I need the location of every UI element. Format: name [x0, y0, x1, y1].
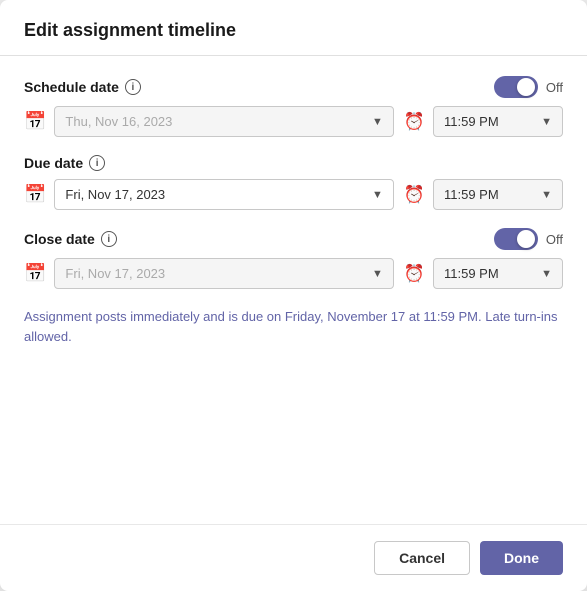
close-date-toggle-container: Off: [494, 228, 563, 250]
schedule-time-select[interactable]: 11:59 PM ▼: [433, 106, 563, 137]
close-date-calendar-icon: 📅: [24, 263, 46, 284]
schedule-date-select[interactable]: Thu, Nov 16, 2023 ▼: [54, 106, 393, 137]
due-date-header: Due date i: [24, 155, 563, 171]
schedule-date-toggle-container: Off: [494, 76, 563, 98]
schedule-date-header: Schedule date i Off: [24, 76, 563, 98]
schedule-date-section: Schedule date i Off 📅 Thu, Nov 16, 2023 …: [24, 76, 563, 137]
schedule-date-info-icon[interactable]: i: [125, 79, 141, 95]
schedule-date-label: Schedule date: [24, 79, 119, 95]
close-date-inputs: 📅 Fri, Nov 17, 2023 ▼ ⏰ 11:59 PM ▼: [24, 258, 563, 289]
close-date-section: Close date i Off 📅 Fri, Nov 17, 2023 ▼: [24, 228, 563, 289]
close-date-label-row: Close date i: [24, 231, 117, 247]
due-date-input-wrapper: 📅 Fri, Nov 17, 2023 ▼: [24, 179, 394, 210]
schedule-date-value: Thu, Nov 16, 2023: [65, 114, 172, 129]
schedule-date-label-row: Schedule date i: [24, 79, 141, 95]
cancel-button[interactable]: Cancel: [374, 541, 470, 575]
close-time-select[interactable]: 11:59 PM ▼: [433, 258, 563, 289]
due-time-chevron-icon: ▼: [541, 189, 552, 201]
schedule-date-calendar-icon: 📅: [24, 111, 46, 132]
due-date-label: Due date: [24, 155, 83, 171]
schedule-time-input-wrapper: ⏰ 11:59 PM ▼: [404, 106, 563, 137]
schedule-time-value: 11:59 PM: [444, 114, 499, 129]
done-button[interactable]: Done: [480, 541, 563, 575]
close-date-header: Close date i Off: [24, 228, 563, 250]
close-date-toggle-label: Off: [546, 232, 563, 247]
schedule-date-chevron-icon: ▼: [372, 116, 383, 128]
close-time-value: 11:59 PM: [444, 266, 499, 281]
due-date-value: Fri, Nov 17, 2023: [65, 187, 165, 202]
due-date-select[interactable]: Fri, Nov 17, 2023 ▼: [54, 179, 393, 210]
info-text: Assignment posts immediately and is due …: [24, 307, 563, 346]
dialog-footer: Cancel Done: [0, 524, 587, 591]
close-date-select[interactable]: Fri, Nov 17, 2023 ▼: [54, 258, 393, 289]
close-date-value: Fri, Nov 17, 2023: [65, 266, 165, 281]
due-time-clock-icon: ⏰: [404, 185, 425, 205]
dialog-header: Edit assignment timeline: [0, 0, 587, 56]
due-time-input-wrapper: ⏰ 11:59 PM ▼: [404, 179, 563, 210]
close-date-info-icon[interactable]: i: [101, 231, 117, 247]
close-date-toggle[interactable]: [494, 228, 538, 250]
due-date-label-row: Due date i: [24, 155, 105, 171]
dialog-body: Schedule date i Off 📅 Thu, Nov 16, 2023 …: [0, 56, 587, 524]
close-date-label: Close date: [24, 231, 95, 247]
schedule-date-toggle[interactable]: [494, 76, 538, 98]
edit-assignment-dialog: Edit assignment timeline Schedule date i…: [0, 0, 587, 591]
dialog-title: Edit assignment timeline: [24, 20, 563, 41]
schedule-time-chevron-icon: ▼: [541, 116, 552, 128]
due-time-select[interactable]: 11:59 PM ▼: [433, 179, 563, 210]
schedule-date-toggle-label: Off: [546, 80, 563, 95]
close-time-clock-icon: ⏰: [404, 264, 425, 284]
schedule-time-clock-icon: ⏰: [404, 112, 425, 132]
schedule-date-toggle-knob: [517, 78, 535, 96]
due-date-section: Due date i 📅 Fri, Nov 17, 2023 ▼ ⏰ 11:59…: [24, 155, 563, 210]
due-date-inputs: 📅 Fri, Nov 17, 2023 ▼ ⏰ 11:59 PM ▼: [24, 179, 563, 210]
due-date-info-icon[interactable]: i: [89, 155, 105, 171]
close-time-input-wrapper: ⏰ 11:59 PM ▼: [404, 258, 563, 289]
close-date-toggle-knob: [517, 230, 535, 248]
schedule-date-inputs: 📅 Thu, Nov 16, 2023 ▼ ⏰ 11:59 PM ▼: [24, 106, 563, 137]
schedule-date-input-wrapper: 📅 Thu, Nov 16, 2023 ▼: [24, 106, 394, 137]
due-date-chevron-icon: ▼: [372, 189, 383, 201]
close-date-chevron-icon: ▼: [372, 268, 383, 280]
close-date-input-wrapper: 📅 Fri, Nov 17, 2023 ▼: [24, 258, 394, 289]
due-time-value: 11:59 PM: [444, 187, 499, 202]
due-date-calendar-icon: 📅: [24, 184, 46, 205]
close-time-chevron-icon: ▼: [541, 268, 552, 280]
